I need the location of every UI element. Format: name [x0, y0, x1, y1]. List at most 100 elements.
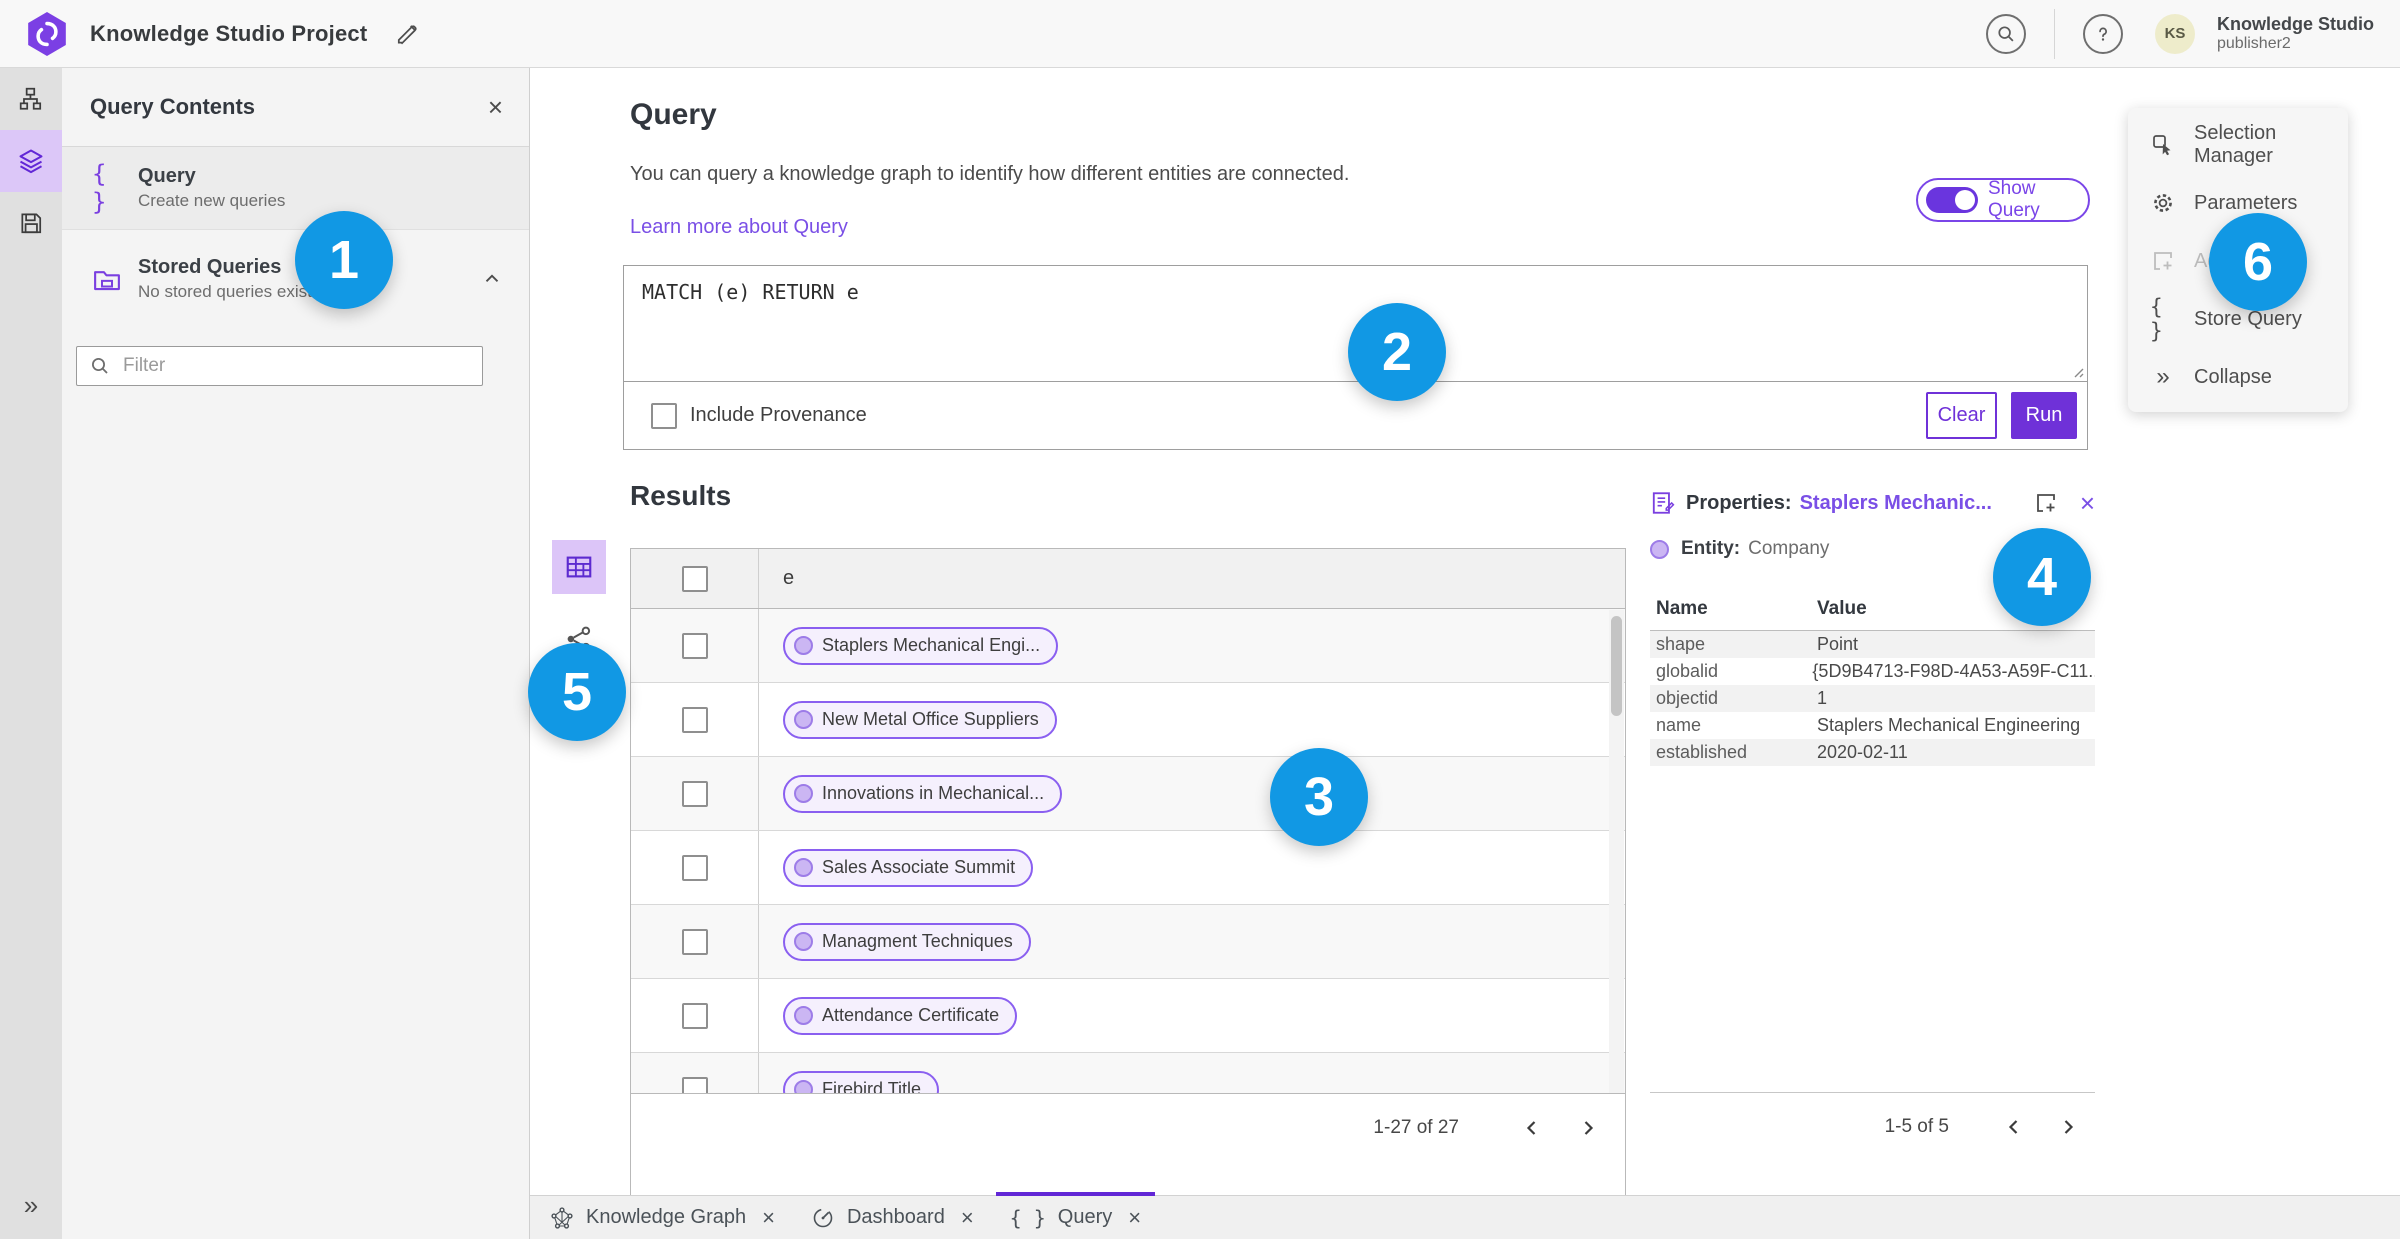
previous-page-button[interactable] — [1997, 1110, 2031, 1144]
learn-more-link[interactable]: Learn more about Query — [630, 216, 848, 239]
entity-pill[interactable]: Sales Associate Summit — [783, 848, 1034, 887]
entity-pill[interactable]: New Metal Office Suppliers — [783, 700, 1057, 739]
previous-page-button[interactable] — [1515, 1111, 1549, 1145]
table-row[interactable]: Managment Techniques — [631, 905, 1625, 979]
help-button[interactable] — [2083, 13, 2123, 54]
menu-item-label: Collapse — [2194, 365, 2272, 388]
column-header-name: Name — [1656, 598, 1708, 619]
properties-title: Properties: — [1686, 491, 1792, 514]
user-block[interactable]: Knowledge Studio publisher2 — [2217, 14, 2374, 53]
editor-buttons: Clear Run — [1926, 392, 2077, 439]
results-scrollbar — [1609, 610, 1624, 1093]
add-icon — [2150, 249, 2176, 273]
entity-pill[interactable]: Managment Techniques — [783, 922, 1031, 961]
close-properties-icon[interactable]: × — [2080, 490, 2095, 516]
row-checkbox-cell — [631, 683, 759, 756]
entity-pill-label: Firebird Title — [822, 1079, 922, 1093]
tab-dashboard[interactable]: Dashboard × — [793, 1196, 992, 1239]
collapse-icon: » — [2156, 363, 2170, 390]
table-row[interactable]: Sales Associate Summit — [631, 831, 1625, 905]
run-button[interactable]: Run — [2011, 392, 2077, 439]
chevron-right-icon — [2064, 1119, 2074, 1134]
property-row: name Staplers Mechanical Engineering — [1650, 712, 2095, 739]
edit-title-icon[interactable] — [393, 19, 423, 49]
query-item-subtitle: Create new queries — [138, 191, 286, 210]
row-checkbox[interactable] — [681, 928, 708, 955]
row-checkbox[interactable] — [681, 780, 708, 807]
tab-knowledge-graph[interactable]: Knowledge Graph × — [532, 1196, 793, 1239]
entity-pill[interactable]: Staplers Mechanical Engi... — [783, 626, 1059, 665]
menu-item-collapse[interactable]: » Collapse — [2128, 348, 2348, 406]
properties-header: Properties: Staplers Mechanic... × — [1650, 490, 2095, 516]
annotation-badge-5: 5 — [528, 643, 626, 741]
show-query-toggle[interactable]: Show Query — [1916, 178, 2090, 222]
annotation-badge-4: 4 — [1993, 528, 2091, 626]
entity-dot-icon — [794, 636, 813, 655]
entity-type: Company — [1748, 538, 1830, 559]
select-all-checkbox[interactable] — [681, 565, 708, 592]
scrollbar-thumb[interactable] — [1611, 616, 1622, 716]
sidebar-item-schema[interactable] — [0, 68, 62, 130]
row-checkbox[interactable] — [681, 706, 708, 733]
sidebar-item-contents[interactable] — [0, 130, 62, 192]
query-description: You can query a knowledge graph to ident… — [630, 163, 1350, 185]
results-heading: Results — [630, 480, 732, 511]
tab-query[interactable]: { } Query × — [992, 1191, 1159, 1239]
add-to-selection-icon[interactable] — [2034, 491, 2058, 515]
include-provenance-checkbox[interactable] — [651, 402, 677, 429]
row-checkbox[interactable] — [681, 632, 708, 659]
knowledge-graph-icon — [551, 1206, 573, 1229]
braces-icon: { } — [2150, 295, 2163, 343]
row-checkbox[interactable] — [681, 1002, 708, 1029]
selection-manager-icon — [2150, 133, 2176, 157]
entity-pill[interactable]: Attendance Certificate — [783, 996, 1018, 1035]
entity-dot-icon — [794, 1080, 813, 1093]
next-page-button[interactable] — [2051, 1110, 2085, 1144]
close-panel-icon[interactable]: × — [488, 94, 503, 120]
contents-item-query[interactable]: { } Query Create new queries — [62, 147, 529, 230]
chevron-up-icon[interactable] — [481, 268, 503, 290]
include-provenance-label: Include Provenance — [690, 404, 867, 426]
table-row[interactable]: Innovations in Mechanical... — [631, 757, 1625, 831]
table-view-button[interactable] — [552, 540, 606, 594]
row-checkbox[interactable] — [681, 854, 708, 881]
table-row[interactable]: Firebird Title — [631, 1053, 1625, 1093]
property-name: name — [1656, 715, 1702, 735]
menu-item-selection-manager[interactable]: Selection Manager — [2128, 116, 2348, 174]
tab-label: Dashboard — [846, 1206, 945, 1228]
stored-queries-subtitle: No stored queries exist — [138, 282, 312, 301]
table-row[interactable]: Attendance Certificate — [631, 979, 1625, 1053]
search-button[interactable] — [1986, 13, 2026, 54]
row-checkbox[interactable] — [681, 1076, 708, 1093]
row-checkbox-cell — [631, 1053, 759, 1093]
filter-input[interactable] — [76, 346, 483, 386]
query-contents-header: Query Contents × — [62, 68, 529, 147]
row-checkbox-cell — [631, 905, 759, 978]
chevron-left-icon — [1526, 1120, 1536, 1135]
close-icon[interactable]: × — [1128, 1205, 1141, 1231]
table-row[interactable]: New Metal Office Suppliers — [631, 683, 1625, 757]
entity-pill[interactable]: Firebird Title — [783, 1070, 940, 1093]
entity-pill[interactable]: Innovations in Mechanical... — [783, 774, 1063, 813]
topbar-right: KS Knowledge Studio publisher2 — [1986, 8, 2374, 59]
clear-button[interactable]: Clear — [1926, 392, 1997, 439]
stored-queries-title: Stored Queries — [138, 256, 282, 278]
show-query-label: Show Query — [1988, 178, 2040, 221]
close-icon[interactable]: × — [762, 1205, 775, 1231]
properties-pagination-text: 1-5 of 5 — [1884, 1115, 1949, 1137]
next-page-button[interactable] — [1571, 1111, 1605, 1145]
expand-rail-icon[interactable]: » — [0, 1185, 62, 1225]
tab-label: Query — [1057, 1206, 1113, 1228]
entity-dot-icon — [794, 1006, 813, 1025]
entity-pill-label: Staplers Mechanical Engi... — [822, 635, 1041, 655]
resize-handle-icon[interactable] — [2070, 364, 2084, 378]
row-checkbox-cell — [631, 609, 759, 682]
user-avatar[interactable]: KS — [2155, 13, 2195, 54]
sidebar-item-save[interactable] — [0, 192, 62, 254]
entity-pill-label: Innovations in Mechanical... — [822, 783, 1045, 803]
close-icon[interactable]: × — [961, 1205, 974, 1231]
row-checkbox-cell — [631, 979, 759, 1052]
properties-entity-link[interactable]: Staplers Mechanic... — [1800, 492, 1992, 515]
properties-pagination: 1-5 of 5 — [1650, 1092, 2095, 1160]
table-row[interactable]: Staplers Mechanical Engi... — [631, 609, 1625, 683]
